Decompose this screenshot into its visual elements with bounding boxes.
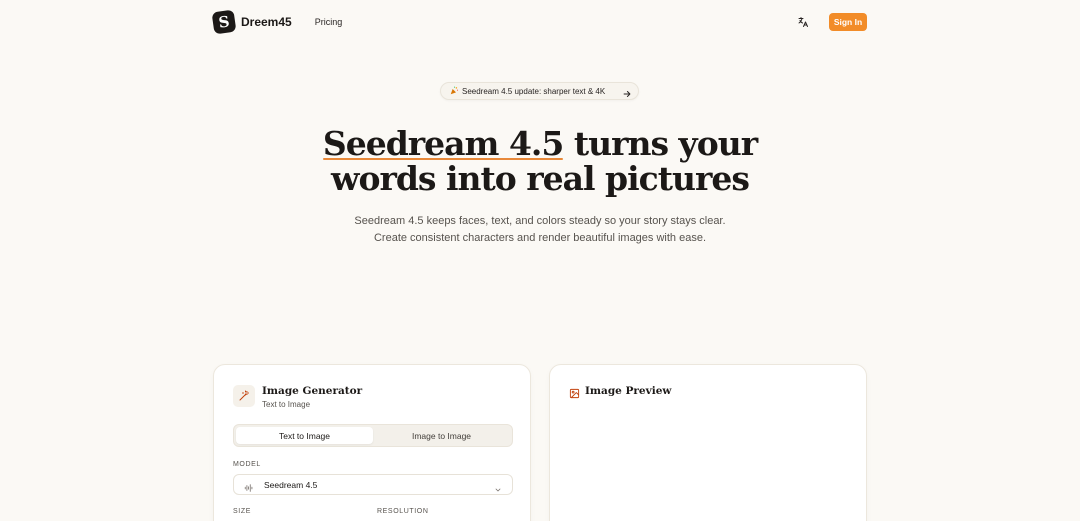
- image-generator-card: Image Generator Text to Image Text to Im…: [213, 364, 531, 521]
- nav-pricing-link[interactable]: Pricing: [315, 17, 343, 27]
- hero-title-rest: turns your: [563, 124, 758, 163]
- brand-name: Dreem45: [241, 15, 292, 29]
- waveform-icon: [244, 480, 254, 492]
- sign-in-button[interactable]: Sign In: [829, 13, 867, 31]
- generator-subtitle: Text to Image: [262, 400, 311, 409]
- announcement-pill[interactable]: Seedream 4.5 update: sharper text & 4K: [440, 82, 639, 100]
- translate-icon[interactable]: [794, 13, 812, 31]
- size-label: SIZE: [233, 508, 251, 515]
- model-select[interactable]: Seedream 4.5: [233, 474, 513, 495]
- announcement-text: Seedream 4.5 update: sharper text & 4K: [462, 86, 606, 96]
- mode-tabs: Text to Image Image to Image: [233, 424, 513, 447]
- generator-header: Image Generator Text to Image: [233, 385, 362, 409]
- preview-header: Image Preview: [569, 385, 672, 399]
- preview-title: Image Preview: [585, 385, 672, 397]
- party-popper-icon: [450, 86, 459, 97]
- model-label: MODEL: [233, 461, 261, 468]
- arrow-right-icon: [622, 86, 632, 97]
- tab-image-to-image[interactable]: Image to Image: [373, 427, 510, 444]
- chevron-down-icon: [494, 481, 502, 491]
- hero-title-line2: words into real pictures: [331, 159, 750, 198]
- logo-icon: S: [211, 9, 237, 35]
- magic-wand-icon: [233, 385, 255, 407]
- brand-logo[interactable]: S Dreem45: [211, 9, 292, 35]
- site-header: S Dreem45 Pricing Sign In: [211, 9, 867, 35]
- tab-text-to-image[interactable]: Text to Image: [236, 427, 373, 444]
- resolution-label: RESOLUTION: [377, 508, 429, 515]
- model-select-value: Seedream 4.5: [264, 479, 318, 490]
- hero-title: Seedream 4.5 turns your words into real …: [300, 126, 780, 196]
- hero-subtitle: Seedream 4.5 keeps faces, text, and colo…: [354, 215, 726, 244]
- image-preview-card: Image Preview: [549, 364, 867, 521]
- image-icon: [569, 386, 580, 399]
- generator-title: Image Generator: [262, 385, 363, 397]
- hero-title-highlight: Seedream 4.5: [322, 124, 564, 163]
